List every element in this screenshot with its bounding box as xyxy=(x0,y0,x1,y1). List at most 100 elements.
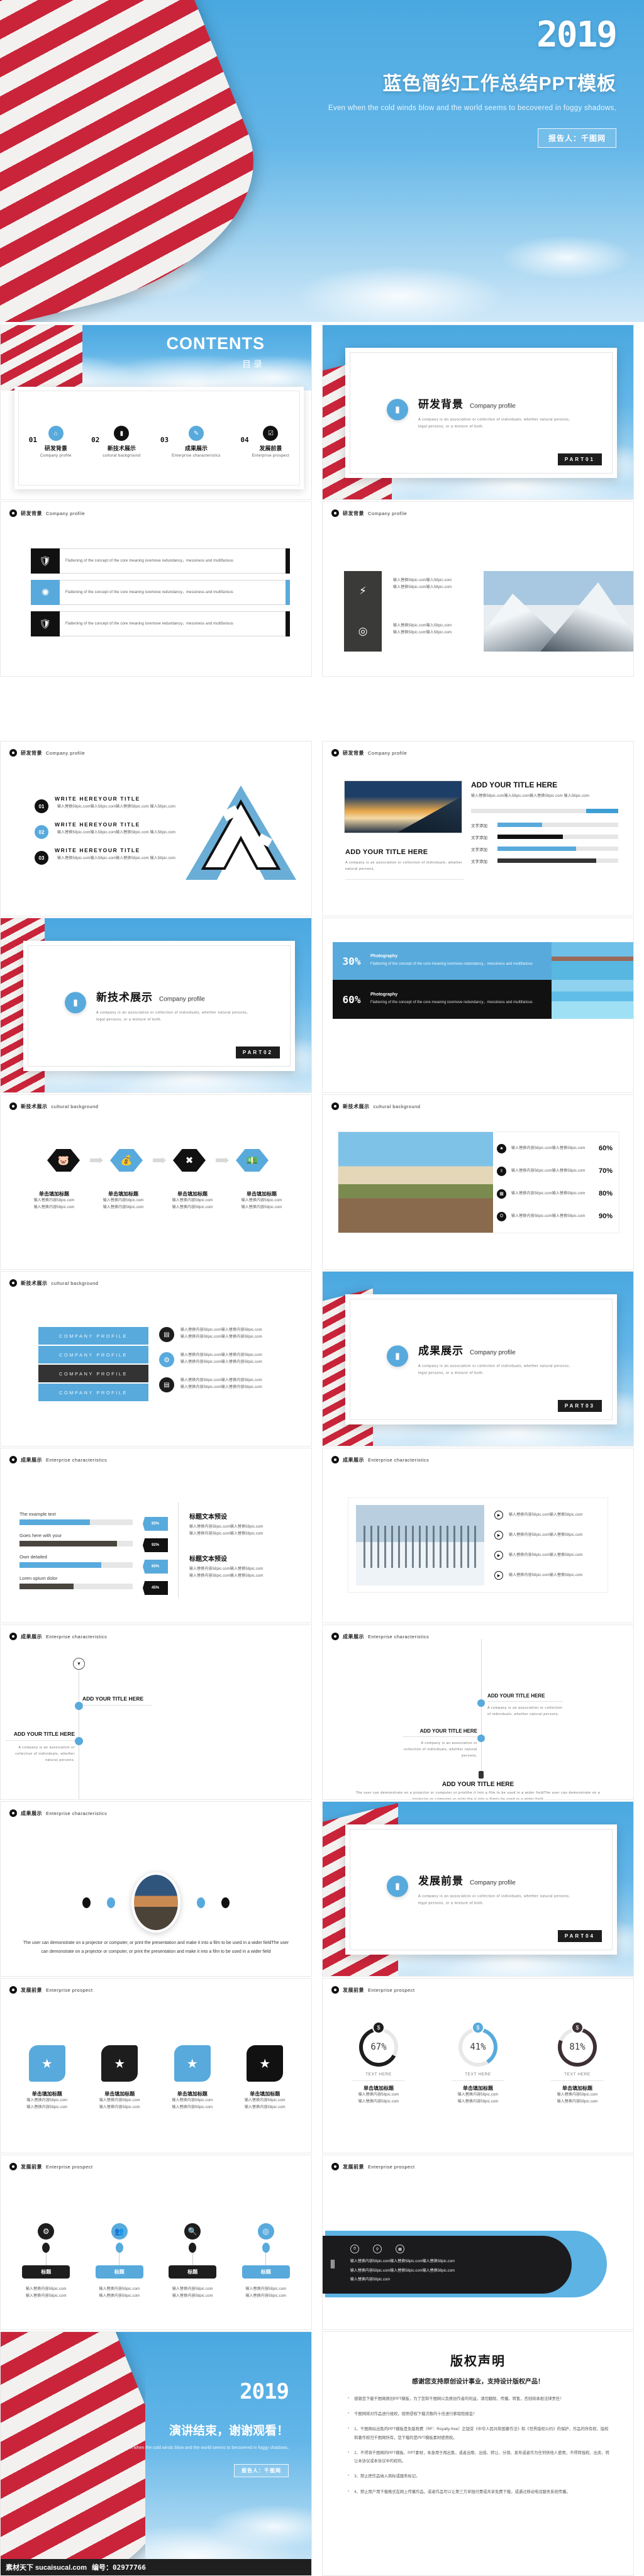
copyright-body: • 感谢您下载千图网原创PPT模板，为了您和千图网以及原创作者的利益，请勿翻制、… xyxy=(348,2395,612,2496)
triangle-list-item[interactable]: 01 WRITE HEREYOUR TITLE 输入替换58pic.com输入5… xyxy=(35,796,179,813)
percent-card-30[interactable]: 30% Photography Flattening of the concep… xyxy=(333,942,633,980)
target-icon: ◎ xyxy=(358,625,368,637)
copyright-slide[interactable]: 版权声明 感谢您支持原创设计事业，支持设计版权产品！ • 感谢您下载千图网原创P… xyxy=(322,2331,634,2576)
timeline-node[interactable] xyxy=(477,1699,485,1707)
presenter-badge: 报告人：千图网 xyxy=(537,128,616,148)
donut-item[interactable]: 67% $ TEXT HERE 单击填加标题 输入替换内容58pic.com 输… xyxy=(335,2021,423,2105)
pin-item[interactable]: 👥 标题 输入替换内容58pic.com 输入替换内容58pic.com xyxy=(89,2223,150,2299)
slide-donut-charts[interactable]: 发展前景 Enterprise prospect 67% $ TEXT HERE… xyxy=(322,1978,634,2153)
section-divider-part04[interactable]: ▮ 发展前景 Company profile A company is an a… xyxy=(322,1801,634,1977)
checklist-row[interactable]: 🛡 Flattening of the concept of the core … xyxy=(31,548,290,574)
network-icon[interactable]: ✖ xyxy=(173,1149,206,1172)
slide-photo-percent-list[interactable]: 新技术展示 cultural background ★ 输入替换内容58pic.… xyxy=(322,1094,634,1270)
section-divider-part02[interactable]: ▮ 新技术展示 Company profile A company is an … xyxy=(0,918,312,1093)
star-card[interactable]: ★ 单击填加标题 输入替换内容58pic.com 输入替换内容58pic.com xyxy=(14,2045,80,2111)
progress-tag: 45% xyxy=(143,1581,168,1595)
copyright-paragraph: • 2、不得将千图网的PPT模板、PPT素材，本身用于再出售，或者出租、出借、转… xyxy=(348,2449,612,2465)
checklist-row[interactable]: 🛡 Flattening of the concept of the core … xyxy=(31,611,290,636)
star-card[interactable]: ★ 单击填加标题 输入替换内容58pic.com 输入替换内容58pic.com xyxy=(232,2045,297,2111)
chart-icon: ▤ xyxy=(159,1377,174,1392)
slide-two-icon-photo[interactable]: 研发背景 Company profile ⚡ ◎ 输入替换58pic.com输入… xyxy=(322,501,634,677)
bullet-icon: • xyxy=(348,2397,350,2401)
section-divider-part03[interactable]: ▮ 成果展示 Company profile A company is an a… xyxy=(322,1271,634,1446)
timeline-node[interactable] xyxy=(75,1737,83,1745)
caption-line: 输入替换内容58pic.com xyxy=(103,1199,144,1202)
arrow-right-icon xyxy=(90,1157,103,1163)
slide-header: 成果展示 Enterprise characteristics xyxy=(331,1456,429,1463)
note-title: 标题文本预设 xyxy=(189,1514,227,1521)
carousel-dot[interactable] xyxy=(221,1897,230,1908)
slide-timeline-a[interactable]: 成果展示 Enterprise characteristics ▾ ADD YO… xyxy=(0,1624,312,1800)
photo-list-row[interactable]: ▶ 输入替换内容58pic.com输入替换58pic.com xyxy=(494,1571,600,1580)
profile-bar[interactable]: COMPANY PROFILE xyxy=(38,1327,148,1345)
photo-list-row[interactable]: ▦ 输入替换内容58pic.com输入替换58pic.com 80% xyxy=(497,1189,613,1199)
photo-list-row[interactable]: ▶ 输入替换内容58pic.com输入替换58pic.com xyxy=(494,1531,600,1540)
slide-timeline-b[interactable]: 成果展示 Enterprise characteristics ADD YOUR… xyxy=(322,1624,634,1800)
photo-list-row[interactable]: ★ 输入替换内容58pic.com输入替换58pic.com 60% xyxy=(497,1143,613,1153)
bottom-body: The user can demonstrate on a projector … xyxy=(355,1791,601,1800)
profile-bar[interactable]: COMPANY PROFILE xyxy=(38,1384,148,1401)
slide-triangle-list[interactable]: 研发背景 Company profile 01 WRITE HEREYOUR T… xyxy=(0,741,312,916)
donut-item[interactable]: 81% $ TEXT HERE 单击填加标题 输入替换内容58pic.com 输… xyxy=(533,2021,621,2105)
header-title-en: Enterprise prospect xyxy=(368,1987,415,1993)
carousel-dot[interactable] xyxy=(107,1897,115,1908)
home-icon: ⌂ xyxy=(48,426,64,441)
contents-slide[interactable]: CONTENTS 目录 01 ⌂ 研发背景 Company profile 02… xyxy=(0,325,312,500)
card-line: 输入替换内容58pic.com xyxy=(99,2099,140,2102)
photo-list-row[interactable]: ⛭ 输入替换内容58pic.com输入替换58pic.com 90% xyxy=(497,1211,613,1221)
note-row: ▤ 输入替换内容58pic.com输入替换内容58pic.com 输入替换内容5… xyxy=(159,1327,296,1342)
photo-list-row[interactable]: ✌ 输入替换内容58pic.com输入替换58pic.com 70% xyxy=(497,1166,613,1176)
slide-circle-photo[interactable]: 成果展示 Enterprise characteristics The user… xyxy=(0,1801,312,1977)
slide-capsule[interactable]: 发展前景 Enterprise prospect ⦀ ⏱ ⚲ ▦ 输入替换内容5… xyxy=(322,2155,634,2330)
section-divider-part01[interactable]: ▮ 研发背景 Company profile A company is an a… xyxy=(322,325,634,500)
slide-progress-tags[interactable]: 成果展示 Enterprise characteristics The exam… xyxy=(0,1448,312,1623)
hand-money-icon[interactable]: 💰 xyxy=(110,1149,143,1172)
contents-item-01[interactable]: 01 ⌂ 研发背景 Company profile xyxy=(29,426,72,458)
note-line: 输入替换内容58pic.com输入替换内容58pic.com xyxy=(180,1335,262,1339)
circle-photo xyxy=(131,1872,180,1933)
bullet-icon xyxy=(9,749,17,757)
slide-image-and-bars[interactable]: 研发背景 Company profile ADD YOUR TITLE HERE… xyxy=(322,741,634,916)
contents-item-04[interactable]: 04 ☑ 发展前景 Enterprise prospect xyxy=(240,426,289,458)
header-title-en: Enterprise characteristics xyxy=(46,1633,108,1640)
piggy-bank-icon[interactable]: 🐷 xyxy=(47,1149,80,1172)
slide-percent-cards[interactable]: 30% Photography Flattening of the concep… xyxy=(322,918,634,1093)
carousel-dot[interactable] xyxy=(197,1897,205,1908)
row-percent: 90% xyxy=(598,1213,613,1220)
money-stack-icon[interactable]: 💵 xyxy=(236,1149,269,1172)
icon-column: ⚡ ◎ xyxy=(344,571,382,652)
timeline-node[interactable] xyxy=(477,1735,485,1742)
donut-item[interactable]: 41% $ TEXT HERE 单击填加标题 输入替换内容58pic.com 输… xyxy=(434,2021,522,2105)
star-card[interactable]: ★ 单击填加标题 输入替换内容58pic.com 输入替换内容58pic.com xyxy=(160,2045,225,2111)
slide-winter-photo-list[interactable]: 成果展示 Enterprise characteristics ▶ 输入替换内容… xyxy=(322,1448,634,1623)
photo-list-row[interactable]: ▶ 输入替换内容58pic.com输入替换58pic.com xyxy=(494,1551,600,1560)
bolt-icon: ⚡ xyxy=(359,585,367,597)
header-title-en: Enterprise characteristics xyxy=(46,1457,108,1463)
photo-list-row[interactable]: ▶ 输入替换内容58pic.com输入替换58pic.com xyxy=(494,1511,600,1519)
pin-item[interactable]: ⚙ 标题 输入替换内容58pic.com 输入替换内容58pic.com xyxy=(16,2223,76,2299)
sliders-icon: ⦀ xyxy=(330,2258,335,2271)
profile-bar[interactable]: COMPANY PROFILE xyxy=(38,1365,148,1382)
progress-label: The example text xyxy=(19,1511,56,1517)
slide-hex-flow[interactable]: 新技术展示 cultural background 🐷 💰 ✖ 💵 单击填加标题… xyxy=(0,1094,312,1270)
carousel-dot[interactable] xyxy=(82,1897,91,1908)
item-title: WRITE HEREYOUR TITLE xyxy=(55,796,140,802)
slide-checklist[interactable]: 研发背景 Company profile 🛡 Flattening of the… xyxy=(0,501,312,677)
star-card[interactable]: ★ 单击填加标题 输入替换内容58pic.com 输入替换内容58pic.com xyxy=(87,2045,152,2111)
percent-card-60[interactable]: 60% Photography Flattening of the concep… xyxy=(333,980,633,1019)
profile-bar[interactable]: COMPANY PROFILE xyxy=(38,1346,148,1363)
triangle-list-item[interactable]: 03 WRITE HEREYOUR TITLE 输入替换58pic.com输入5… xyxy=(35,847,179,865)
checklist-row[interactable]: ✺ Flattening of the concept of the core … xyxy=(31,580,290,605)
slide-company-profile-bars[interactable]: 新技术展示 cultural background COMPANY PROFIL… xyxy=(0,1271,312,1446)
ending-slide[interactable]: 2019 演讲结束，谢谢观看！ Even when the cold winds… xyxy=(0,2331,312,2576)
contents-item-02[interactable]: 02 ▮ 新技术展示 cultural background xyxy=(91,426,140,458)
pin-item[interactable]: ◎ 标题 输入替换内容58pic.com 输入替换内容58pic.com xyxy=(236,2223,296,2299)
triangle-list-item[interactable]: 02 WRITE HEREYOUR TITLE 输入替换58pic.com输入5… xyxy=(35,821,179,839)
header-title-cn: 成果展示 xyxy=(343,1633,364,1640)
pin-label: 标题 xyxy=(242,2265,290,2279)
slide-star-cards[interactable]: 发展前景 Enterprise prospect ★ 单击填加标题 输入替换内容… xyxy=(0,1978,312,2153)
contents-item-03[interactable]: 03 ✎ 成果展示 Enterprise characteristics xyxy=(160,426,221,458)
caption-line: 输入替换内容58pic.com xyxy=(241,1199,282,1202)
pin-item[interactable]: 🔍 标题 输入替换内容58pic.com 输入替换内容58pic.com xyxy=(162,2223,223,2299)
slide-pin-labels[interactable]: 发展前景 Enterprise prospect ⚙ 标题 输入替换内容58pi… xyxy=(0,2155,312,2330)
